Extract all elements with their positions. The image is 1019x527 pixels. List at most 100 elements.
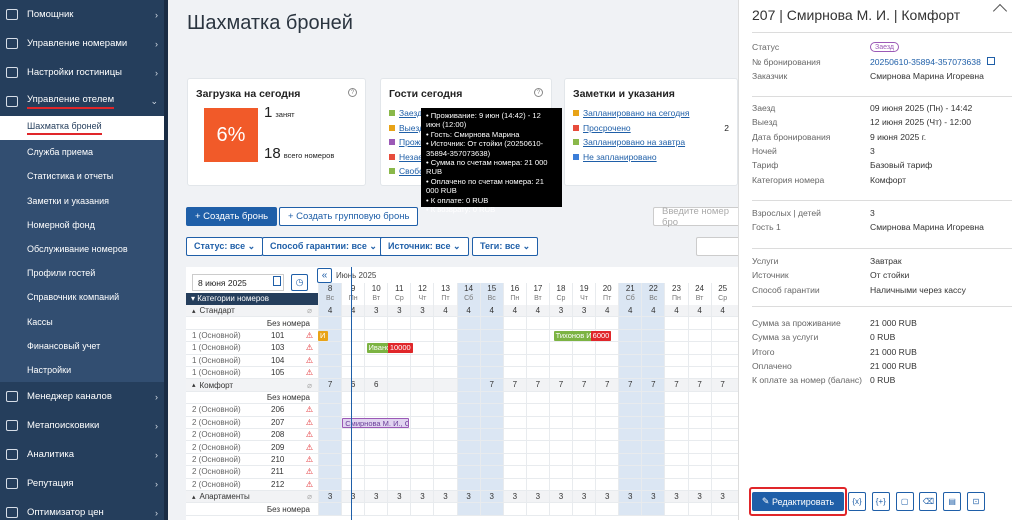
grid-cell[interactable]: 4 [664,305,687,317]
grid-cell[interactable] [433,416,456,428]
grid-cell[interactable] [710,367,734,379]
sidebar-subitem[interactable]: Статистика и отчеты [0,164,164,189]
grid-cell[interactable] [525,391,549,404]
grid-cell[interactable]: 4 [710,305,734,317]
grid-cell[interactable] [318,391,342,404]
grid-cell[interactable] [687,466,711,478]
grid-cell[interactable] [664,453,687,466]
grid-cell[interactable] [572,342,595,354]
grid-cell[interactable]: 7 [479,379,503,391]
grid-cell[interactable] [641,429,665,441]
grid-cell[interactable] [595,429,618,441]
grid-cell[interactable]: 4 [687,305,711,317]
grid-cell[interactable] [479,317,503,329]
grid-cell[interactable] [341,441,364,453]
filter-dropdown[interactable]: Способ гарантии: все ⌄ [262,237,385,256]
grid-cell[interactable] [433,354,456,366]
grid-cell[interactable] [456,478,480,490]
panel-action-icon[interactable]: ⌫ [919,492,938,511]
grid-cell[interactable] [433,503,456,515]
grid-cell[interactable] [548,354,572,366]
grid-cell[interactable] [502,466,526,478]
grid-cell[interactable] [618,453,642,466]
panel-action-icon[interactable]: ▢ [895,492,914,511]
grid-cell[interactable]: 3 [410,305,433,317]
grid-cell[interactable]: 3 [410,491,433,503]
grid-cell[interactable] [341,391,364,404]
grid-cell[interactable] [618,478,642,490]
grid-cell[interactable] [341,429,364,441]
grid-cell[interactable] [710,317,734,329]
grid-cell[interactable] [595,416,618,428]
grid-cell[interactable] [456,416,480,428]
sidebar-item[interactable]: Помощник › [0,0,164,29]
sidebar-subitem[interactable]: Заметки и указания [0,188,164,213]
sidebar-item[interactable]: Метапоисковики › [0,411,164,440]
grid-cell[interactable] [456,329,480,342]
grid-cell[interactable] [687,429,711,441]
grid-cell[interactable] [572,503,595,515]
grid-cell[interactable] [548,478,572,490]
panel-action-icon[interactable]: ▤ [943,492,962,511]
grid-cell[interactable] [387,429,410,441]
grid-cell[interactable] [433,342,456,354]
grid-cell[interactable] [479,466,503,478]
grid-cell[interactable] [433,367,456,379]
grid-cell[interactable] [318,478,342,490]
grid-cell[interactable] [364,367,387,379]
grid-cell[interactable]: 7 [687,379,711,391]
grid-cell[interactable] [479,404,503,416]
grid-cell[interactable] [410,391,433,404]
grid-cell[interactable] [618,391,642,404]
grid-cell[interactable] [479,453,503,466]
grid-cell[interactable] [618,416,642,428]
grid-cell[interactable] [595,391,618,404]
grid-cell[interactable] [548,367,572,379]
grid-cell[interactable]: 3 [664,491,687,503]
grid-cell[interactable] [318,317,342,329]
grid-cell[interactable] [318,342,342,354]
grid-cell[interactable]: 7 [618,379,642,391]
grid-cell[interactable] [387,329,410,342]
grid-cell[interactable] [687,317,711,329]
grid-cell[interactable] [387,391,410,404]
card-row-link[interactable]: Не запланировано [583,152,657,162]
grid-cell[interactable] [387,478,410,490]
grid-cell[interactable] [618,329,642,342]
grid-cell[interactable] [687,503,711,515]
calendar-icon[interactable] [273,276,281,286]
grid-cell[interactable] [595,466,618,478]
grid-cell[interactable] [410,404,433,416]
grid-cell[interactable]: 7 [595,379,618,391]
edit-booking-button[interactable]: ✎ Редактировать [752,492,844,511]
grid-cell[interactable] [595,342,618,354]
grid-cell[interactable] [664,367,687,379]
grid-cell[interactable] [548,416,572,428]
grid-cell[interactable]: 7 [710,379,734,391]
grid-cell[interactable] [548,342,572,354]
grid-cell[interactable] [664,342,687,354]
grid-cell[interactable] [433,404,456,416]
grid-cell[interactable] [456,367,480,379]
grid-cell[interactable] [479,503,503,515]
grid-cell[interactable] [341,404,364,416]
grid-cell[interactable] [410,367,433,379]
grid-cell[interactable] [710,354,734,366]
grid-cell[interactable]: 3 [387,491,410,503]
grid-cell[interactable] [548,317,572,329]
grid-cell[interactable] [595,453,618,466]
sidebar-subitem[interactable]: Справочник компаний [0,285,164,310]
grid-cell[interactable]: 4 [341,305,364,317]
grid-cell[interactable] [387,503,410,515]
grid-cell[interactable] [710,416,734,428]
card-row-link[interactable]: Запланировано на сегодня [583,108,689,118]
grid-cell[interactable]: 3 [641,491,665,503]
sidebar-item[interactable]: Управление номерами › [0,29,164,58]
grid-cell[interactable] [479,391,503,404]
grid-cell[interactable] [502,391,526,404]
grid-cell[interactable]: 3 [618,491,642,503]
sidebar-item[interactable]: Менеджер каналов › [0,382,164,411]
grid-cell[interactable]: 4 [618,305,642,317]
grid-cell[interactable] [641,367,665,379]
grid-cell[interactable] [641,329,665,342]
